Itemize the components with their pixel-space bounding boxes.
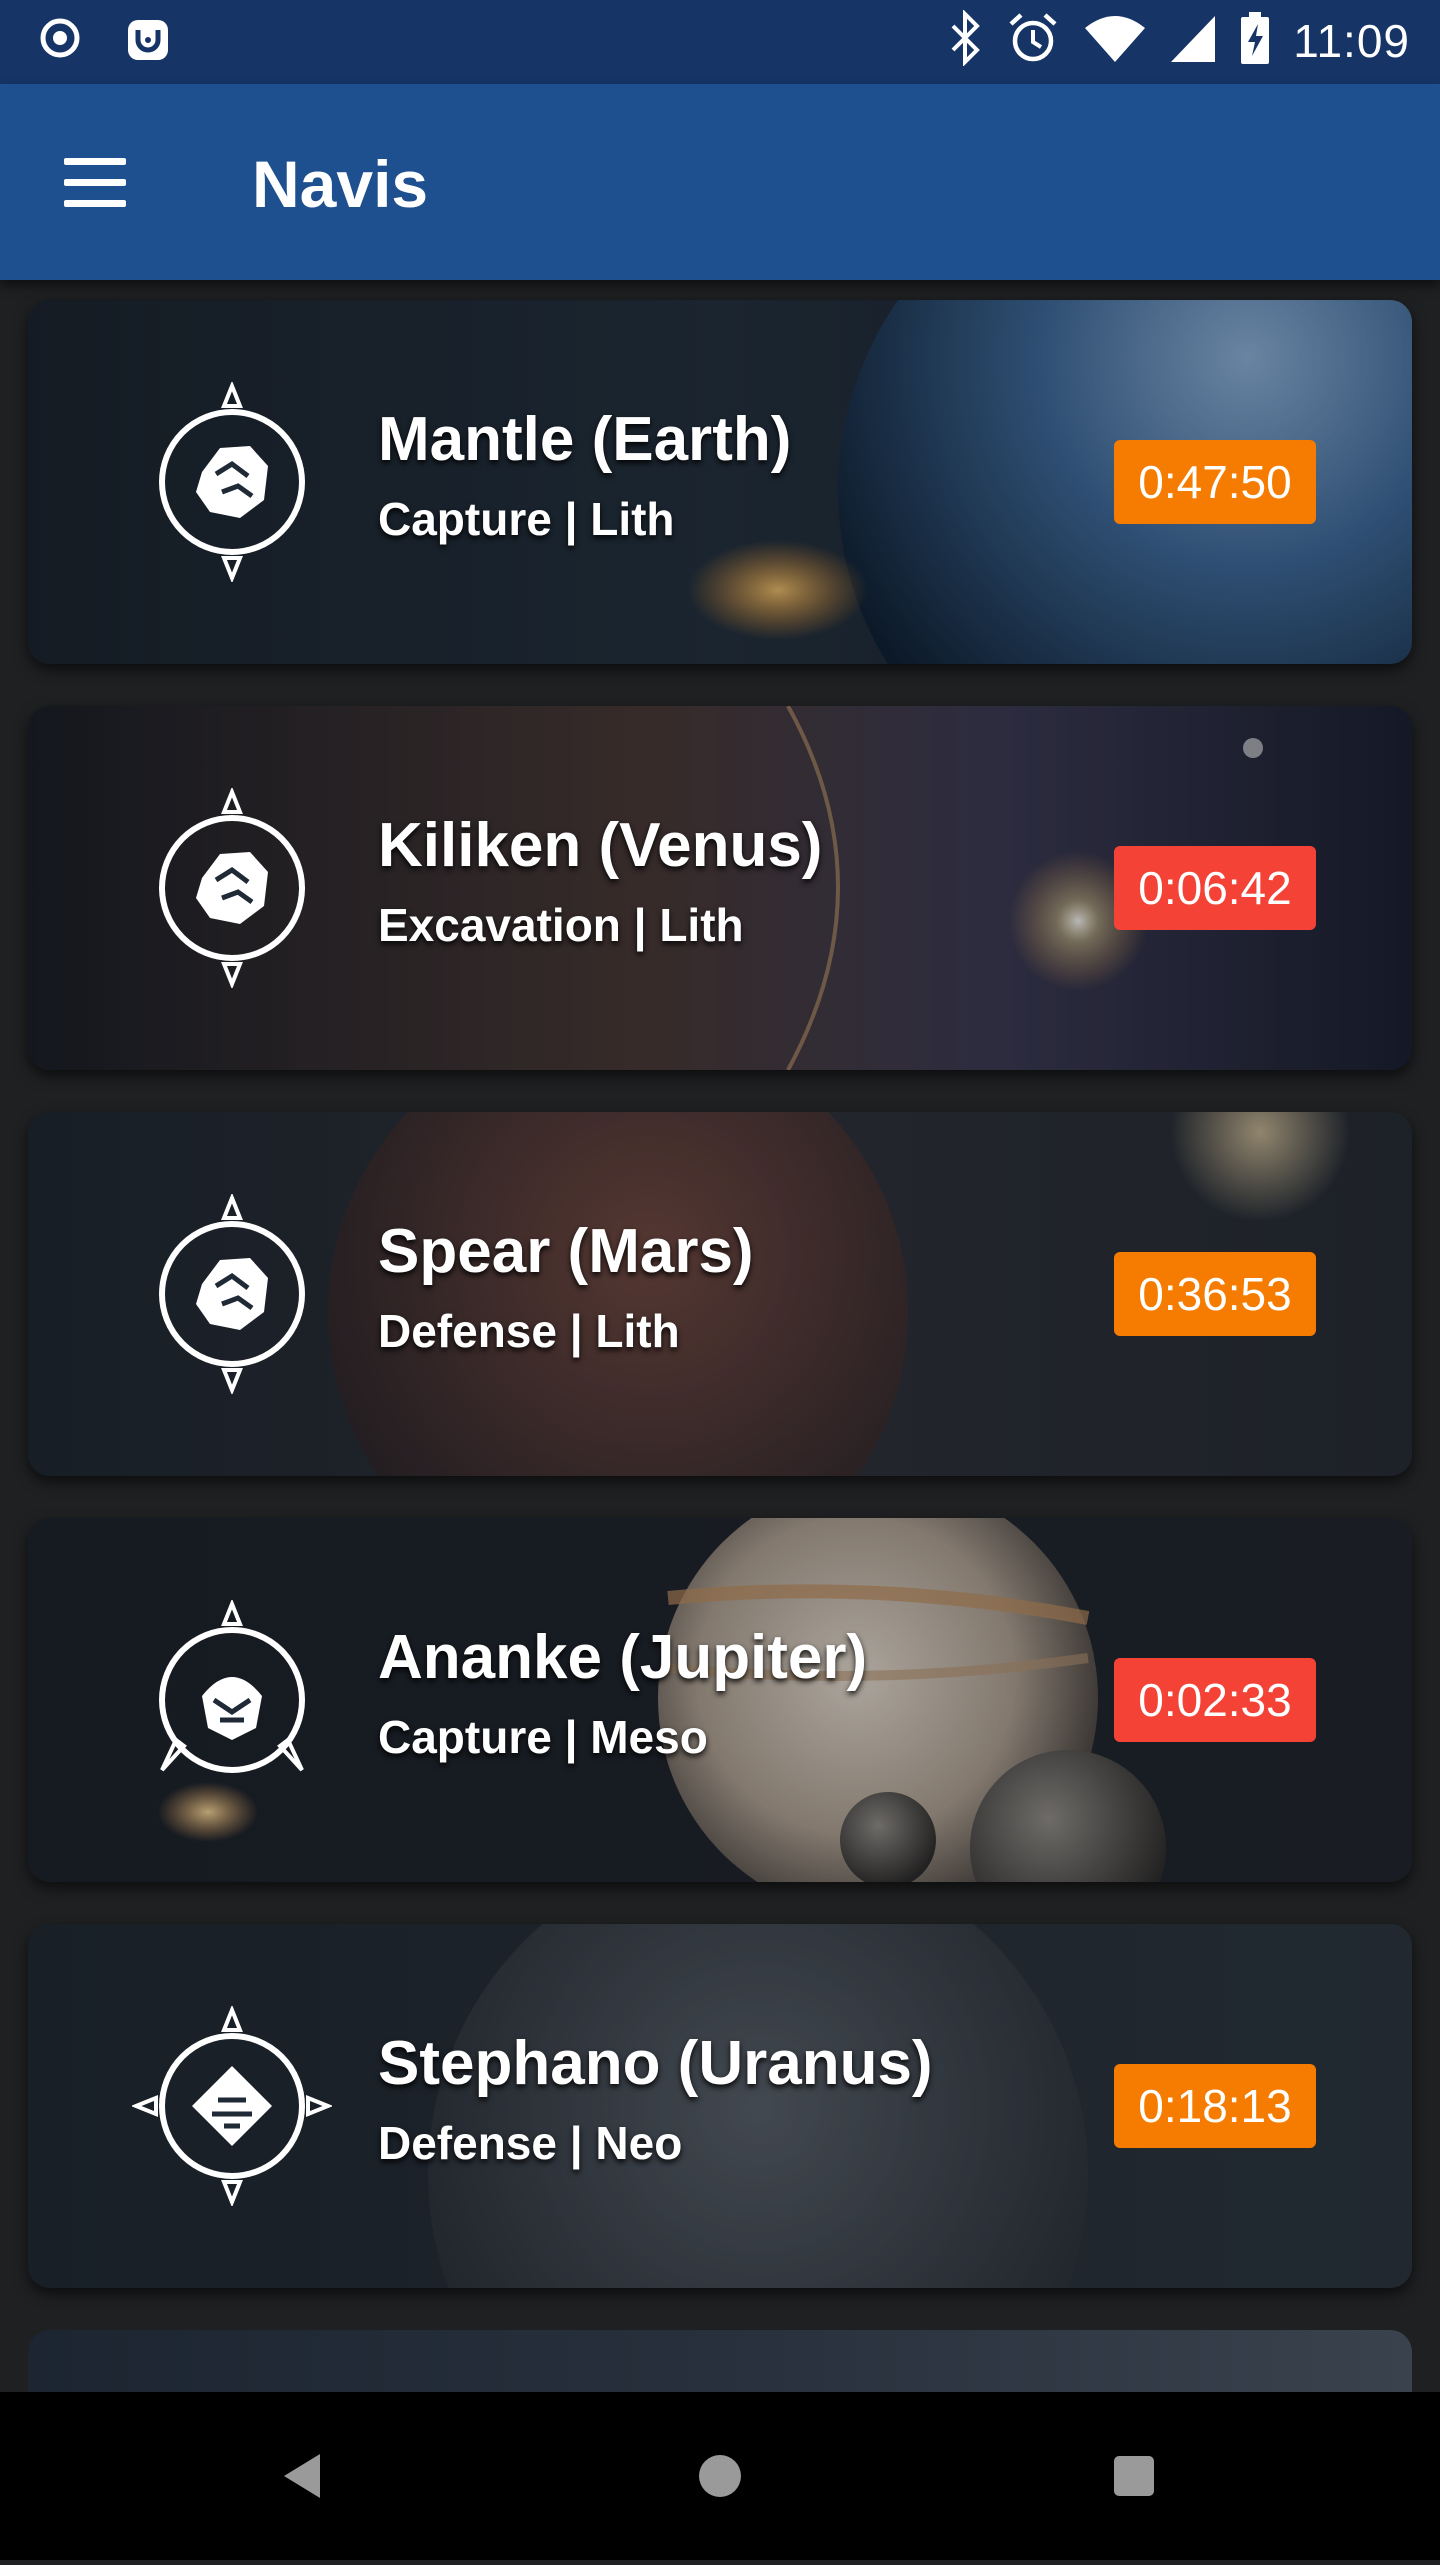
home-icon[interactable] [640,2392,800,2560]
wifi-icon [1083,12,1147,69]
status-clock: 11:09 [1293,14,1410,67]
mission-timer: 0:02:33 [1114,1658,1316,1742]
status-bar: 11:09 [0,0,1440,84]
mission-subtitle: Excavation | Lith [378,899,744,951]
neo-relic-icon [132,2006,332,2206]
mission-card[interactable]: Spear (Mars) Defense | Lith 0:36:53 [28,1112,1412,1476]
mission-subtitle: Capture | Lith [378,493,675,545]
recents-icon[interactable] [1054,2392,1214,2560]
mission-subtitle: Defense | Lith [378,1305,680,1357]
mission-title: Ananke (Jupiter) [378,1623,868,1692]
app-bar: Navis [0,84,1440,280]
mission-subtitle: Capture | Meso [378,1711,708,1763]
lith-relic-icon [159,382,305,582]
mission-card[interactable]: Stephano (Uranus) Defense | Neo 0:18:13 [28,1924,1412,2288]
meso-relic-icon [159,1600,305,1773]
mission-list[interactable]: Mantle (Earth) Capture | Lith 0:47:50 Ki… [0,280,1440,2392]
signal-icon [1169,12,1217,69]
lith-relic-icon [159,788,305,988]
mission-title: Spear (Mars) [378,1217,754,1286]
mission-timer: 0:47:50 [1114,440,1316,524]
notification-app-icon [124,16,172,69]
mission-timer: 0:18:13 [1114,2064,1316,2148]
bluetooth-icon [947,9,983,71]
mission-title: Stephano (Uranus) [378,2029,933,2098]
mission-subtitle: Defense | Neo [378,2117,683,2169]
hamburger-menu-icon[interactable] [52,144,142,220]
record-icon [38,16,82,69]
mission-card[interactable]: Ananke (Jupiter) Capture | Meso 0:02:33 [28,1518,1412,1882]
app-title: Navis [252,147,429,221]
back-icon[interactable] [222,2392,382,2560]
mission-title: Kiliken (Venus) [378,811,823,880]
lith-relic-icon [159,1194,305,1394]
mission-timer: 0:06:42 [1114,846,1316,930]
alarm-icon [1005,10,1061,71]
mission-timer: 0:36:53 [1114,1252,1316,1336]
mission-card[interactable]: Kiliken (Venus) Excavation | Lith 0:06:4… [28,706,1412,1070]
battery-charging-icon [1239,10,1271,71]
mission-card-partial[interactable] [28,2330,1412,2392]
system-nav-bar [0,2392,1440,2560]
mission-card[interactable]: Mantle (Earth) Capture | Lith 0:47:50 [28,300,1412,664]
mission-title: Mantle (Earth) [378,405,792,474]
